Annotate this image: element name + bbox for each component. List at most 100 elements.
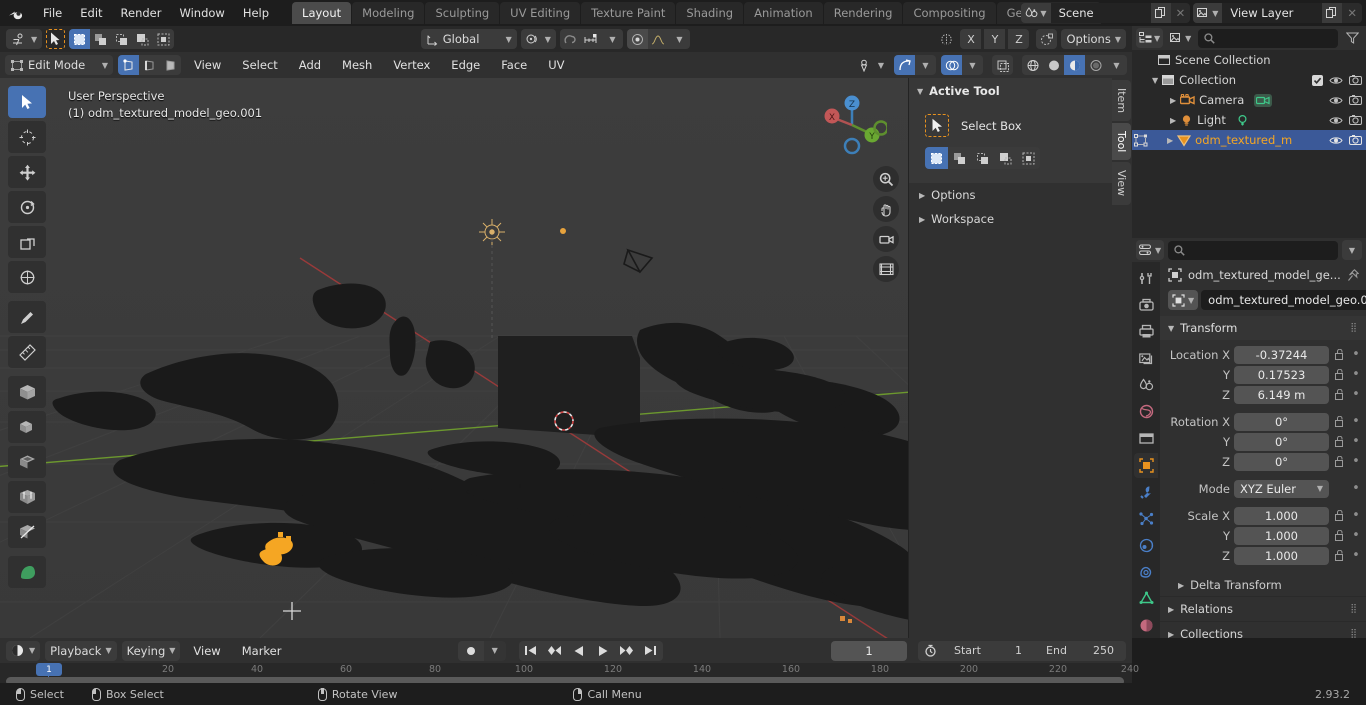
lock-icon[interactable]	[1333, 550, 1346, 561]
viewport-menu-add[interactable]: Add	[291, 55, 329, 75]
properties-options-dropdown[interactable]: ▼	[1342, 240, 1362, 260]
knife-tool-icon[interactable]	[8, 516, 46, 548]
eye-icon[interactable]	[1329, 115, 1343, 126]
object-name-field[interactable]: odm_textured_model_geo.0...	[1201, 290, 1366, 310]
jump-to-next-keyframe-button[interactable]	[615, 641, 639, 661]
scale-x-field[interactable]: 1.000	[1234, 507, 1329, 525]
keying-menu[interactable]: Keying ▼	[122, 641, 181, 661]
properties-tab-physics[interactable]	[1134, 533, 1158, 558]
rotation-x-field[interactable]: 0°	[1234, 413, 1329, 431]
transform-tool-icon[interactable]	[8, 261, 46, 293]
jump-to-start-button[interactable]	[519, 641, 543, 661]
scale-y-field[interactable]: 1.000	[1234, 527, 1329, 545]
outliner-row-light[interactable]: ▶ Light	[1132, 110, 1366, 130]
extrude-tool-icon[interactable]	[8, 411, 46, 443]
current-frame-field[interactable]: 1	[831, 641, 907, 661]
eye-icon[interactable]	[1329, 75, 1343, 86]
options-dropdown[interactable]: Options ▼	[1061, 29, 1126, 49]
proportional-falloff-dropdown[interactable]: ▼	[669, 29, 690, 49]
properties-tab-scene[interactable]	[1134, 373, 1158, 398]
select-mode-intersect[interactable]	[1017, 147, 1040, 169]
select-box-tool-icon[interactable]	[925, 114, 949, 137]
playhead-indicator[interactable]: 1	[36, 663, 62, 676]
drag-handle-icon[interactable]: ⣿	[1350, 629, 1358, 638]
scene-selector[interactable]: ▼ Scene ✕	[1021, 3, 1190, 23]
scene-icon[interactable]: ▼	[1021, 3, 1050, 23]
lock-icon[interactable]	[1333, 369, 1346, 380]
blender-logo-icon[interactable]	[0, 6, 34, 20]
lock-icon[interactable]	[1333, 510, 1346, 521]
camera-render-icon[interactable]	[1349, 74, 1362, 86]
animate-property-icon[interactable]: •	[1350, 370, 1362, 380]
properties-tab-constraints[interactable]	[1134, 560, 1158, 585]
loop-cut-tool-icon[interactable]	[8, 481, 46, 513]
viewport-menu-uv[interactable]: UV	[540, 55, 572, 75]
select-extend-button[interactable]	[90, 29, 111, 49]
expand-triangle-icon[interactable]: ▼	[1152, 76, 1158, 85]
rotation-mode-dropdown[interactable]: XYZ Euler ▼	[1234, 480, 1329, 498]
workspace-tab-animation[interactable]: Animation	[744, 2, 823, 24]
drag-handle-icon[interactable]: ⣿	[1350, 323, 1358, 333]
pan-view-icon[interactable]	[873, 196, 899, 222]
viewport-menu-mesh[interactable]: Mesh	[334, 55, 380, 75]
3d-viewport[interactable]: User Perspective (1) odm_textured_model_…	[0, 78, 1132, 638]
lock-icon[interactable]	[1333, 389, 1346, 400]
select-set-button[interactable]	[69, 29, 90, 49]
lock-icon[interactable]	[1333, 436, 1346, 447]
lock-icon[interactable]	[1333, 456, 1346, 467]
workspace-tab-layout[interactable]: Layout	[292, 2, 351, 24]
mirror-y-button[interactable]: Y	[984, 29, 1005, 49]
active-tool-indicator[interactable]	[46, 29, 65, 49]
inset-faces-tool-icon[interactable]	[8, 446, 46, 478]
properties-tab-particles[interactable]	[1134, 506, 1158, 531]
outliner-row-odm-textured-model[interactable]: ▶ odm_textured_m	[1132, 130, 1366, 150]
tweak-tool-icon[interactable]	[8, 86, 46, 118]
playback-menu[interactable]: Playback ▼	[45, 641, 116, 661]
select-mode-set[interactable]	[925, 147, 948, 169]
edge-select-button[interactable]	[139, 55, 160, 75]
timeline-ruler[interactable]: 20 40 60 80 100 120 140 160 180 200 220 …	[0, 663, 1132, 677]
xray-toggle-button[interactable]	[992, 55, 1013, 75]
active-tool-panel-header[interactable]: ▼ Active Tool ⣿	[909, 78, 1132, 104]
select-mode-subtract[interactable]	[971, 147, 994, 169]
expand-triangle-icon[interactable]: ▶	[1170, 116, 1176, 125]
properties-tab-collection[interactable]	[1134, 426, 1158, 451]
jump-to-previous-keyframe-button[interactable]	[543, 641, 567, 661]
wireframe-shading-button[interactable]	[1022, 55, 1043, 75]
outliner-row-collection[interactable]: ▼ Collection	[1132, 70, 1366, 90]
sidebar-tab-tool[interactable]: Tool	[1112, 123, 1131, 160]
viewport-menu-edge[interactable]: Edge	[443, 55, 488, 75]
outliner-row-camera[interactable]: ▶ Camera	[1132, 90, 1366, 110]
properties-editor-type-icon[interactable]: ▼	[1136, 240, 1164, 260]
workspace-panel-header[interactable]: ▶ Workspace ⣿	[909, 207, 1132, 231]
camera-render-icon[interactable]	[1349, 114, 1362, 126]
vertex-select-button[interactable]	[118, 55, 139, 75]
viewport-menu-face[interactable]: Face	[493, 55, 535, 75]
options-panel-header[interactable]: ▶ Options ⣿	[909, 183, 1132, 207]
scale-tool-icon[interactable]	[8, 226, 46, 258]
mirror-x-button[interactable]: X	[960, 29, 981, 49]
properties-tab-view-layer[interactable]	[1134, 346, 1158, 371]
camera-data-icon[interactable]	[1254, 94, 1272, 107]
use-preview-range-icon[interactable]	[918, 641, 942, 661]
properties-tab-modifiers[interactable]	[1134, 480, 1158, 505]
rotate-tool-icon[interactable]	[8, 191, 46, 223]
cursor-tool-icon[interactable]	[8, 121, 46, 153]
play-button[interactable]	[591, 641, 615, 661]
outliner-display-mode-icon[interactable]: ▼	[1136, 28, 1163, 48]
menu-window[interactable]: Window	[170, 3, 233, 23]
eye-icon[interactable]	[1329, 135, 1343, 146]
viewport-menu-vertex[interactable]: Vertex	[385, 55, 438, 75]
menu-edit[interactable]: Edit	[71, 3, 111, 23]
material-preview-button[interactable]	[1064, 55, 1085, 75]
sidebar-tab-view[interactable]: View	[1112, 162, 1131, 204]
menu-help[interactable]: Help	[234, 3, 278, 23]
show-gizmo-button[interactable]	[894, 55, 915, 75]
mirror-z-button[interactable]: Z	[1008, 29, 1029, 49]
topology-mirror-button[interactable]	[1036, 29, 1057, 49]
start-frame-field[interactable]: Start 1	[942, 641, 1034, 661]
scale-z-field[interactable]: 1.000	[1234, 547, 1329, 565]
shading-options-dropdown[interactable]: ▼	[1106, 55, 1127, 75]
rotation-y-field[interactable]: 0°	[1234, 433, 1329, 451]
lock-icon[interactable]	[1333, 416, 1346, 427]
